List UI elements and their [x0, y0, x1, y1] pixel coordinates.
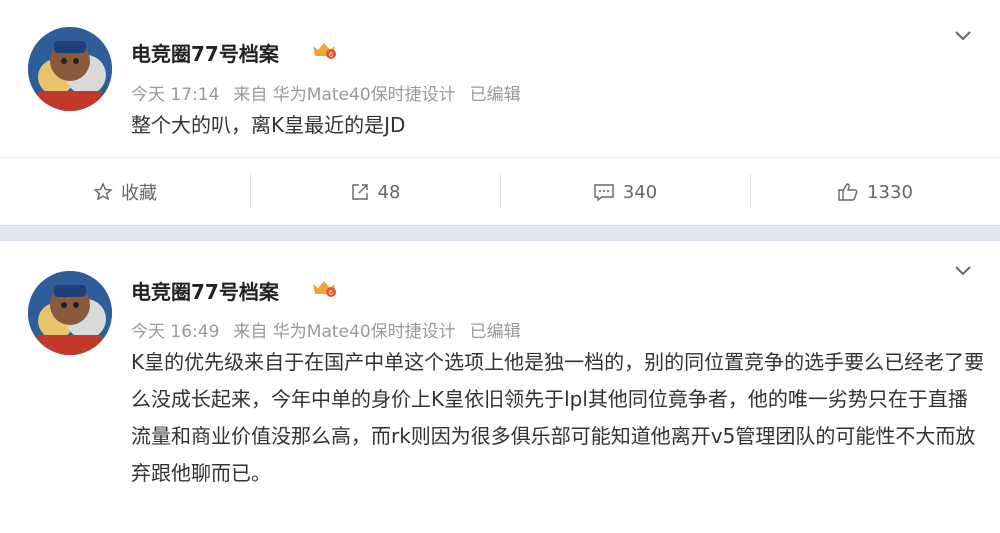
comment-button[interactable]: 340: [500, 158, 750, 226]
repost-icon: [351, 184, 368, 200]
repost-button[interactable]: 48: [250, 158, 500, 226]
vip-crown-icon: 6: [313, 43, 336, 59]
post-source: 来自 华为Mate40保时捷设计: [233, 85, 456, 105]
repost-count: 48: [377, 181, 401, 203]
edited-label[interactable]: 已编辑: [470, 322, 521, 342]
user-avatar[interactable]: [28, 27, 112, 111]
edited-label[interactable]: 已编辑: [470, 85, 521, 105]
username[interactable]: 电竞圈77号档案: [131, 276, 279, 305]
post-content: K皇的优先级来自于在国产中单这个选项上他是独一档的，别的同位置竞争的选手要么已经…: [131, 350, 985, 485]
weibo-post-2: 电竞圈77号档案 6 今天 16:49 来自 华为Mate40保时捷设计 已编辑 K…: [0, 241, 1000, 533]
favorite-button[interactable]: 收藏: [0, 158, 250, 226]
like-count: 1330: [867, 181, 913, 203]
chevron-down-icon[interactable]: [954, 30, 972, 42]
thumbs-up-icon: [838, 183, 858, 201]
username[interactable]: 电竞圈77号档案: [131, 38, 279, 67]
post-content: 整个大的叭，离K皇最近的是JD: [131, 113, 406, 137]
post-time[interactable]: 今天 16:49: [131, 322, 219, 342]
user-avatar[interactable]: [28, 271, 112, 355]
svg-text:6: 6: [329, 290, 333, 297]
post-separator: [0, 225, 1000, 241]
action-bar: 收藏 48 340 1330: [0, 157, 1000, 226]
comment-icon: [594, 184, 614, 202]
star-icon: [93, 182, 113, 201]
post-meta: 今天 17:14 来自 华为Mate40保时捷设计 已编辑: [131, 80, 535, 105]
post-time[interactable]: 今天 17:14: [131, 85, 219, 105]
chevron-down-icon[interactable]: [954, 265, 972, 277]
like-button[interactable]: 1330: [750, 158, 1000, 226]
comment-count: 340: [622, 181, 658, 203]
post-meta: 今天 16:49 来自 华为Mate40保时捷设计 已编辑: [131, 317, 535, 342]
vip-crown-icon: 6: [313, 281, 336, 297]
favorite-label: 收藏: [121, 183, 157, 204]
weibo-post-1: 电竞圈77号档案 6 今天 17:14 来自 华为Mate40保时捷设计 已编辑 整…: [0, 0, 1000, 225]
post-source: 来自 华为Mate40保时捷设计: [233, 322, 456, 342]
svg-text:6: 6: [329, 52, 333, 59]
